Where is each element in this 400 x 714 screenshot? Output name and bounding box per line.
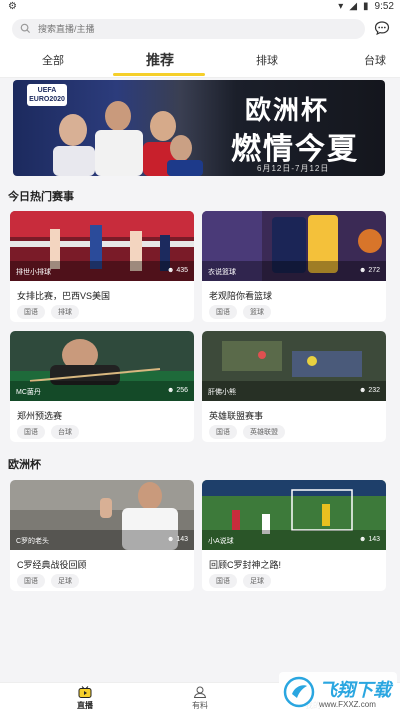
watermark-logo-icon [283,676,315,708]
tag-category: 英雄联盟 [243,425,285,439]
tag-category: 排球 [51,305,79,319]
stream-title: 英雄联盟赛事 [209,411,264,421]
search-icon [20,23,32,35]
viewer-count: ☻ 143 [359,536,380,543]
tag-category: 台球 [51,425,79,439]
stream-card[interactable]: 衣说篮球 ☻ 272 老观陪你看篮球 国语 篮球 [202,211,386,322]
stream-title: 女排比赛，巴西VS美国 [17,291,111,301]
tag-category: 足球 [51,574,79,588]
banner-slogan: 燃情今夏 [231,133,359,166]
nav-live-label: 直播 [77,701,93,710]
section-title-euro: 欧洲杯 [8,459,41,471]
tag-language: 国语 [209,425,237,439]
host-name: 肝佛小熊 [208,389,236,396]
person-icon [193,686,207,698]
nav-feed[interactable]: 有料 [175,686,225,711]
tab-recommend[interactable]: 推荐 [146,50,174,70]
android-debug-icon: ⚙ [8,1,17,12]
tag-language: 国语 [17,574,45,588]
watermark-brand: 飞翔下载 [319,680,391,700]
status-time: 9:52 [374,1,394,12]
nav-feed-label: 有料 [192,701,208,710]
tag-category: 篮球 [243,305,271,319]
stream-title: C罗经典战役回顾 [17,560,87,570]
host-name: 排世小排球 [16,269,51,276]
euro-cup-banner[interactable]: UEFA EURO2020 欧洲杯 燃情今夏 6月12日-7月12日 [13,80,385,176]
viewer-count: ☻ 143 [167,536,188,543]
stream-title: 回顾C罗封神之路! [209,560,282,570]
tag-language: 国语 [17,305,45,319]
tv-icon [78,686,92,698]
viewer-count: ☻ 232 [359,387,380,394]
search-box[interactable] [12,19,365,39]
tab-all[interactable]: 全部 [42,52,64,68]
search-input[interactable] [38,24,338,34]
host-name: MC菌丹 [16,389,41,396]
stream-card[interactable]: 小A说球 ☻ 143 回顾C罗封神之路! 国语 足球 [202,480,386,591]
tab-volleyball[interactable]: 排球 [256,52,278,68]
viewer-count: ☻ 435 [167,267,188,274]
stream-title: 老观陪你看篮球 [209,291,273,301]
message-icon[interactable] [374,20,390,36]
tag-language: 国语 [209,574,237,588]
tag-language: 国语 [209,305,237,319]
host-name: 小A说球 [208,538,234,545]
stream-card[interactable]: 排世小排球 ☻ 435 女排比赛，巴西VS美国 国语 排球 [10,211,194,322]
host-name: 衣说篮球 [208,269,236,276]
banner-date: 6月12日-7月12日 [257,164,330,173]
tag-language: 国语 [17,425,45,439]
stream-title: 郑州预选赛 [17,411,63,421]
euro2020-logo: UEFA EURO2020 [27,84,67,106]
tab-indicator [113,73,205,76]
category-tabs: 全部 推荐 排球 台球 [0,44,400,78]
watermark-url: www.FXXZ.com [319,700,376,709]
host-name: C罗的老头 [16,538,50,545]
search-row [0,14,400,44]
nav-live[interactable]: 直播 [60,686,110,711]
stream-card[interactable]: C罗的老头 ☻ 143 C罗经典战役回顾 国语 足球 [10,480,194,591]
banner-title: 欧洲杯 [245,95,330,125]
stream-card[interactable]: 肝佛小熊 ☻ 232 英雄联盟赛事 国语 英雄联盟 [202,331,386,442]
battery-icon: ▮ [363,1,369,12]
viewer-count: ☻ 256 [167,387,188,394]
wifi-icon: ▾ [338,1,344,12]
viewer-count: ☻ 272 [359,267,380,274]
signal-icon: ◢ [349,1,358,12]
tab-billiards[interactable]: 台球 [364,52,386,68]
section-title-hot: 今日热门赛事 [8,191,74,203]
status-bar: ⚙ ▾ ◢ ▮ 9:52 [0,0,400,14]
stream-card[interactable]: MC菌丹 ☻ 256 郑州预选赛 国语 台球 [10,331,194,442]
site-watermark: 飞翔下载 www.FXXZ.com [279,672,397,714]
tag-category: 足球 [243,574,271,588]
